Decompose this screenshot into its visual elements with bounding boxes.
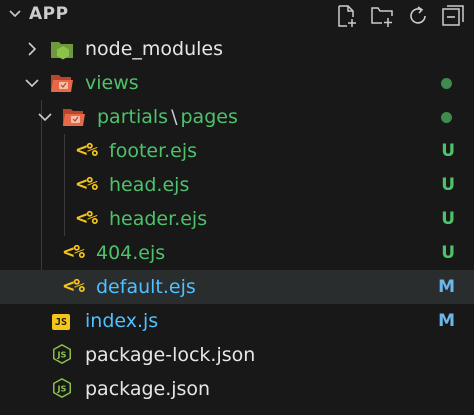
tree-item-node-modules[interactable]: node_modules xyxy=(0,32,474,66)
status-badge: U xyxy=(441,243,455,263)
tree-item-label: header.ejs xyxy=(109,208,208,230)
tree-item-label: default.ejs xyxy=(96,276,196,298)
status-badge: M xyxy=(438,311,455,331)
ejs-file-icon: <% xyxy=(76,173,98,195)
tree-item-partials-pages[interactable]: partials \ pages xyxy=(0,100,474,134)
tree-item-label: footer.ejs xyxy=(109,140,198,162)
tree-item-package-json[interactable]: JS package.json xyxy=(0,372,474,406)
tree-item-label: head.ejs xyxy=(109,174,190,196)
tree-item-label: 404.ejs xyxy=(96,242,166,264)
status-badge: U xyxy=(441,175,455,195)
explorer-panel: APP node_modules views partials \ pages … xyxy=(0,0,474,415)
tree-item-package-lock-json[interactable]: JS package-lock.json xyxy=(0,338,474,372)
status-dot xyxy=(441,78,452,89)
chevron-down-icon[interactable] xyxy=(37,109,53,125)
js-icon-text: JS xyxy=(55,317,68,328)
tree-item-label: package.json xyxy=(85,378,211,400)
nodejs-icon: JS xyxy=(53,343,71,365)
status-badge: M xyxy=(438,277,455,297)
svg-text:JS: JS xyxy=(56,350,66,360)
ejs-file-icon: <% xyxy=(63,275,85,297)
collapse-all-icon[interactable] xyxy=(440,3,466,29)
compact-folder-part[interactable]: partials xyxy=(97,106,168,128)
new-folder-icon[interactable] xyxy=(369,3,395,29)
chevron-right-icon[interactable] xyxy=(24,41,40,57)
tree-item-footer-ejs[interactable]: <% footer.ejs U xyxy=(0,134,474,168)
tree-item-default-ejs[interactable]: <% default.ejs M xyxy=(0,270,474,304)
tree-item-404-ejs[interactable]: <% 404.ejs U xyxy=(0,236,474,270)
tree-item-header-ejs[interactable]: <% header.ejs U xyxy=(0,202,474,236)
nodejs-icon: JS xyxy=(53,377,71,399)
tree-item-label: views xyxy=(85,72,139,94)
js-file-icon: JS xyxy=(52,314,70,330)
status-badge: U xyxy=(441,141,455,161)
svg-text:JS: JS xyxy=(56,384,66,394)
tree-item-index-js[interactable]: JS index.js M xyxy=(0,304,474,338)
folder-views-icon xyxy=(51,75,73,92)
tree-item-label: partials \ pages xyxy=(97,104,238,130)
folder-views-icon xyxy=(63,109,85,126)
folder-node-icon xyxy=(51,42,73,60)
ejs-file-icon: <% xyxy=(76,139,98,161)
explorer-header[interactable]: APP xyxy=(0,0,474,32)
compact-folder-part[interactable]: pages xyxy=(180,106,237,128)
chevron-down-icon[interactable] xyxy=(7,6,23,22)
explorer-title: APP xyxy=(29,4,69,24)
tree-item-label: node_modules xyxy=(85,38,224,60)
tree-item-head-ejs[interactable]: <% head.ejs U xyxy=(0,168,474,202)
new-file-icon[interactable] xyxy=(334,3,360,29)
refresh-icon[interactable] xyxy=(405,3,431,29)
status-dot xyxy=(441,112,452,123)
chevron-down-icon[interactable] xyxy=(24,75,40,91)
ejs-file-icon: <% xyxy=(63,241,85,263)
tree-item-label: index.js xyxy=(85,310,159,332)
tree-item-label: package-lock.json xyxy=(85,344,256,366)
status-badge: U xyxy=(441,209,455,229)
ejs-file-icon: <% xyxy=(76,207,98,229)
compact-folder-separator: \ xyxy=(171,106,178,128)
tree-item-views[interactable]: views xyxy=(0,66,474,100)
